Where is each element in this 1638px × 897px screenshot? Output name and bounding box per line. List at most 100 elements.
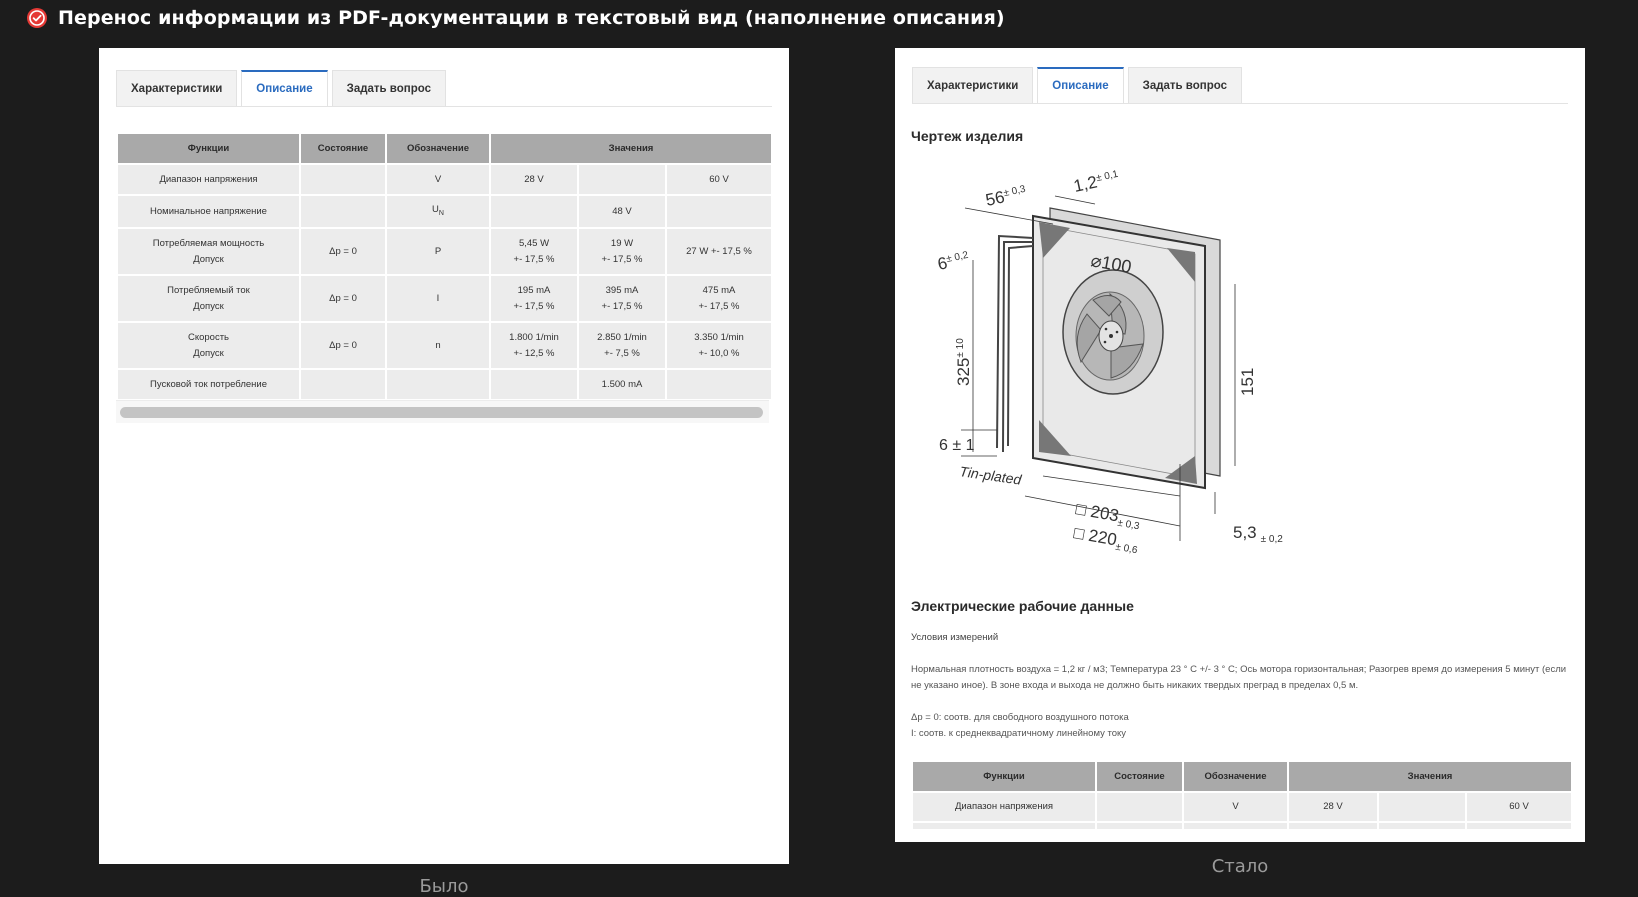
- table-cell: Скорость Допуск: [116, 321, 301, 370]
- cell-line: +- 17,5 %: [513, 253, 555, 265]
- cell-line: 1.800 1/min: [509, 331, 559, 343]
- cell-line: Потребляемая мощность: [152, 237, 265, 249]
- table-cell: Диапазон напряжения: [116, 163, 301, 196]
- scrollbar-thumb[interactable]: [120, 407, 763, 418]
- table-row: Диапазон напряжения V 28 V 60 V: [911, 791, 1574, 823]
- table-cell: Потребляемый ток Допуск: [116, 274, 301, 323]
- table-cell: n: [385, 321, 491, 370]
- table-cell: 19 W +- 17,5 %: [577, 227, 667, 276]
- cell-line: Допуск: [193, 347, 224, 359]
- table-cell: Пусковой ток потребление: [116, 368, 301, 401]
- cell-line: Допуск: [193, 253, 224, 265]
- cell-line: 3.350 1/min: [694, 331, 744, 343]
- check-circle-icon: [27, 8, 47, 28]
- cell-line: Допуск: [193, 300, 224, 312]
- caption-before: Было: [419, 876, 469, 897]
- drawing-title: Чертеж изделия: [911, 128, 1024, 144]
- table-row: [911, 821, 1574, 831]
- after-screenshot: Характеристики Описание Задать вопрос Че…: [895, 48, 1585, 842]
- horizontal-scrollbar[interactable]: [116, 400, 769, 423]
- table-header-row: Функции Состояние Обозначение Значения: [911, 760, 1574, 793]
- dim-label: 1,2± 0,1: [1072, 168, 1121, 196]
- page-header: Перенос информации из PDF-документации в…: [26, 4, 1005, 32]
- cell-line: 195 mA: [517, 284, 551, 296]
- table-cell: [1377, 821, 1467, 831]
- table-cell: 395 mA +- 17,5 %: [577, 274, 667, 323]
- table-cell: [664, 368, 774, 401]
- table-row: Потребляемый ток Допуск Δp = 0 I 195 mA +-…: [116, 274, 774, 323]
- table-cell: [1095, 821, 1184, 831]
- table-cell: 60 V: [664, 163, 774, 196]
- table-cell: [299, 368, 387, 401]
- table-cell: 1.500 mA: [577, 368, 667, 401]
- table-row: Потребляемая мощность Допуск Δp = 0 P 5,4…: [116, 227, 774, 276]
- table-cell: Δp = 0: [299, 321, 387, 370]
- col-header: Значения: [1286, 760, 1574, 793]
- table-cell: 1.800 1/min +- 12,5 %: [489, 321, 579, 370]
- table-cell: [299, 194, 387, 229]
- dim-label: Tin-plated: [959, 463, 1024, 488]
- table-cell: Δp = 0: [299, 227, 387, 276]
- dim-label: 325± 10: [954, 338, 973, 386]
- dim-label: 6 ± 1: [939, 437, 975, 454]
- table-cell: 48 V: [577, 194, 667, 229]
- before-screenshot: Характеристики Описание Задать вопрос Фу…: [99, 48, 789, 864]
- cell-line: 475 mA: [702, 284, 736, 296]
- spec-table: Функции Состояние Обозначение Значения Д…: [116, 132, 774, 401]
- table-cell: [911, 821, 1097, 831]
- table-cell: [577, 163, 667, 196]
- tab-characteristics[interactable]: Характеристики: [116, 70, 238, 106]
- cell-line: 5,45 W: [518, 237, 550, 249]
- tab-ask-question[interactable]: Задать вопрос: [331, 70, 446, 106]
- table-cell: [385, 368, 491, 401]
- table-cell: [1464, 821, 1574, 831]
- dim-label: 151: [1238, 368, 1257, 396]
- tab-characteristics[interactable]: Характеристики: [912, 67, 1034, 103]
- col-header: Состояние: [299, 132, 387, 165]
- table-row: Скорость Допуск Δp = 0 n 1.800 1/min +- 12…: [116, 321, 774, 370]
- cell-line: +- 12,5 %: [513, 347, 555, 359]
- col-header: Обозначение: [1182, 760, 1289, 793]
- dim-label: 6± 0,2: [936, 249, 971, 274]
- dim-label: 56± 0,3: [984, 183, 1029, 210]
- col-header: Состояние: [1095, 760, 1184, 793]
- table-cell: Δp = 0: [299, 274, 387, 323]
- spec-table: Функции Состояние Обозначение Значения Д…: [911, 760, 1574, 831]
- table-cell: Номинальное напряжение: [116, 194, 301, 229]
- table-row: Диапазон напряжения V 28 V 60 V: [116, 163, 774, 196]
- table-cell: [489, 368, 579, 401]
- symbol-subscript: N: [438, 209, 444, 217]
- table-cell: Потребляемая мощность Допуск: [116, 227, 301, 276]
- table-cell: I: [385, 274, 491, 323]
- tab-description[interactable]: Описание: [1037, 67, 1124, 103]
- table-cell: V: [1182, 791, 1289, 823]
- cell-line: +- 17,5 %: [601, 253, 643, 265]
- tab-bar: Характеристики Описание Задать вопрос: [912, 65, 1568, 104]
- dim-label: 5,3 ± 0,2: [1233, 523, 1283, 545]
- fan-drawing-image: 56± 0,3 1,2± 0,1 6± 0,2 ⌀100 325± 10 151…: [936, 168, 1283, 557]
- cell-line: +- 10,0 %: [698, 347, 740, 359]
- col-header: Обозначение: [385, 132, 491, 165]
- cell-line: +- 17,5 %: [601, 300, 643, 312]
- table-row: Номинальное напряжение UN 48 V: [116, 194, 774, 229]
- page-title: Перенос информации из PDF-документации в…: [58, 7, 1005, 29]
- tab-description[interactable]: Описание: [241, 70, 328, 106]
- tab-ask-question[interactable]: Задать вопрос: [1127, 67, 1242, 103]
- table-cell: [489, 194, 579, 229]
- cell-line: +- 7,5 %: [604, 347, 640, 359]
- table-cell: [1287, 821, 1379, 831]
- cell-line: Потребляемый ток: [167, 284, 250, 296]
- table-cell: 2.850 1/min +- 7,5 %: [577, 321, 667, 370]
- table-cell: [1377, 791, 1467, 823]
- tab-bar: Характеристики Описание Задать вопрос: [116, 68, 772, 107]
- table-header-row: Функции Состояние Обозначение Значения: [116, 132, 774, 165]
- caption-after: Стало: [1211, 856, 1269, 877]
- table-cell: Диапазон напряжения: [911, 791, 1097, 823]
- table-cell: P: [385, 227, 491, 276]
- table-cell: UN: [385, 194, 491, 229]
- table-cell: 5,45 W +- 17,5 %: [489, 227, 579, 276]
- table-row: Пусковой ток потребление 1.500 mA: [116, 368, 774, 401]
- cell-line: +- 17,5 %: [513, 300, 555, 312]
- table-cell: [664, 194, 774, 229]
- table-cell: 28 V: [489, 163, 579, 196]
